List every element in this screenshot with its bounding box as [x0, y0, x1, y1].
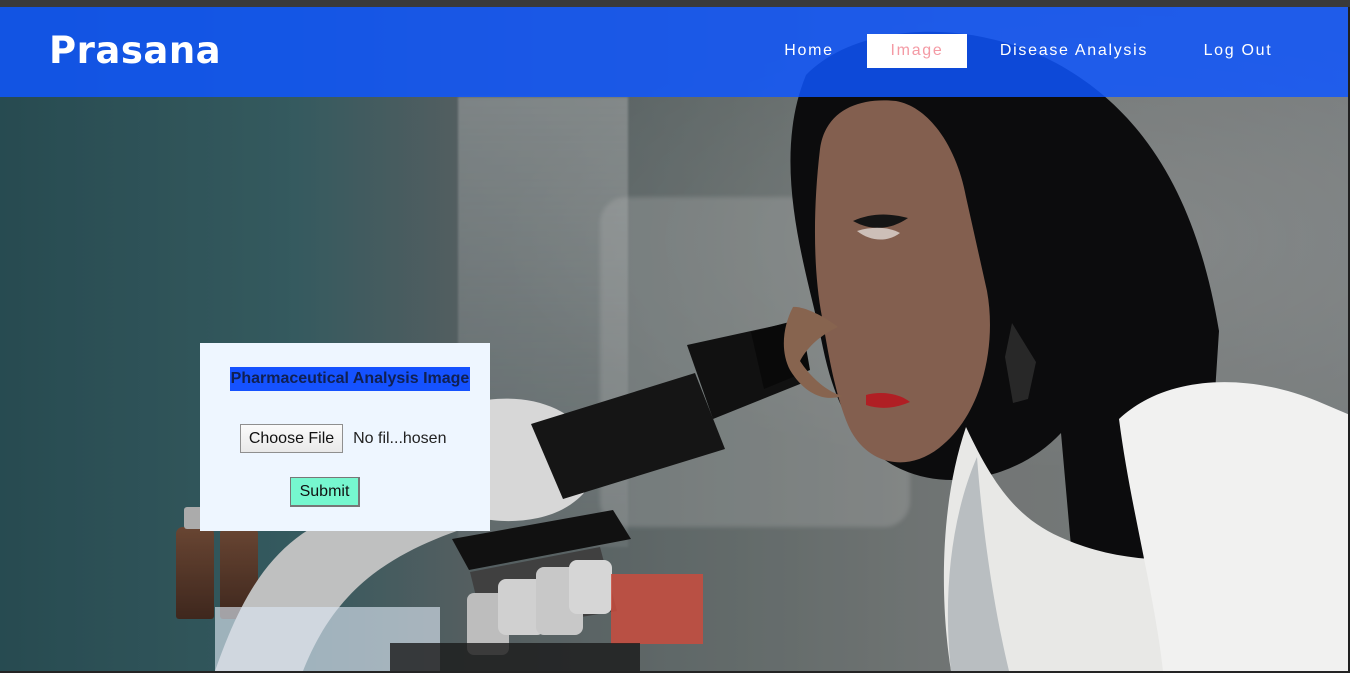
file-input[interactable]: Choose File No fil...hosen: [240, 424, 446, 453]
laboratory-hero-background: [0, 7, 1350, 671]
image-upload-card: Pharmaceutical Analysis Image Choose Fil…: [200, 343, 490, 531]
selected-file-status: No fil...hosen: [353, 430, 447, 447]
choose-file-button[interactable]: Choose File: [240, 424, 343, 453]
nav-home-link[interactable]: Home: [770, 34, 848, 68]
nav-disease-analysis-link[interactable]: Disease Analysis: [988, 34, 1160, 68]
nav-image-link-active[interactable]: Image: [867, 34, 967, 68]
top-navigation-bar: Prasana Home Image Disease Analysis Log …: [0, 7, 1350, 97]
submit-button[interactable]: Submit: [290, 477, 360, 507]
app-window: Prasana Home Image Disease Analysis Log …: [0, 0, 1350, 673]
upload-card-title: Pharmaceutical Analysis Image: [230, 367, 470, 391]
top-browser-edge: [0, 0, 1350, 7]
nav-log-out-link[interactable]: Log Out: [1192, 34, 1284, 68]
background-bottle: [176, 507, 214, 619]
brand-logo-text[interactable]: Prasana: [49, 32, 221, 69]
scientist-image: [783, 31, 1350, 671]
